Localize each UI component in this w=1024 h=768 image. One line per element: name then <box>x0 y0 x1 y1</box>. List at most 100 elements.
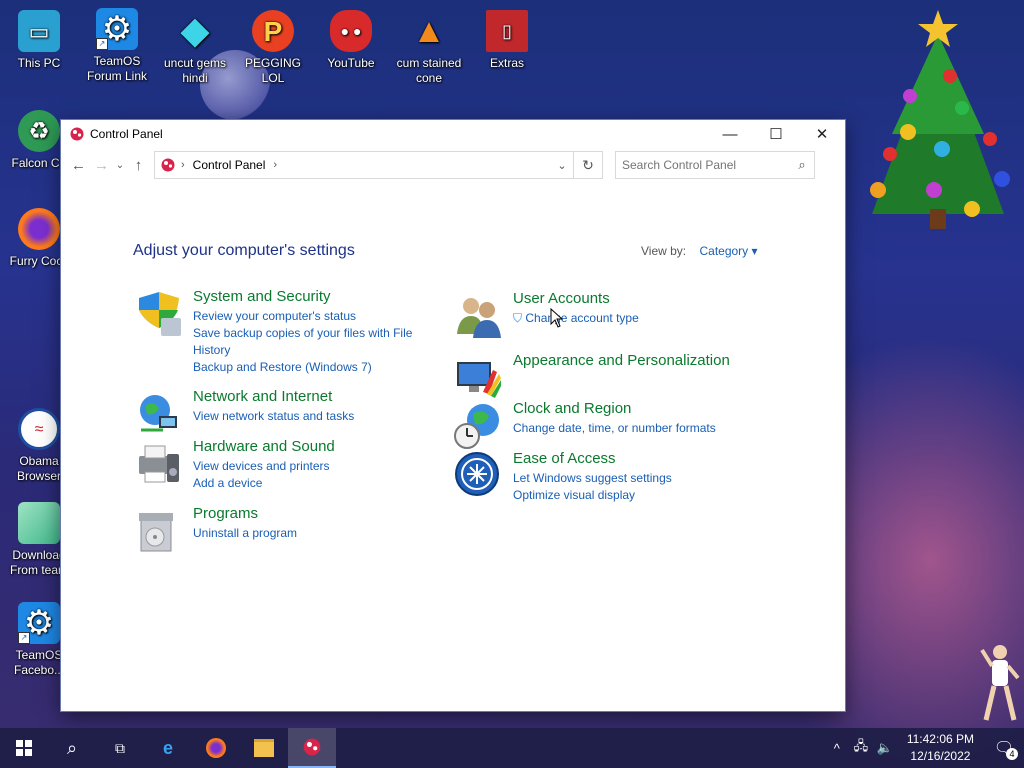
task-view-button[interactable]: ⧉ <box>96 728 144 768</box>
clock-and-region-link[interactable]: Clock and Region <box>513 400 716 417</box>
shield-icon <box>139 292 181 336</box>
desktop-icon-extras[interactable]: ▯ Extras <box>468 10 546 71</box>
breadcrumb-chevron-icon[interactable]: › <box>273 159 277 171</box>
desktop-icon-label: YouTube <box>327 56 375 70</box>
dancing-figure-decoration <box>980 645 1020 721</box>
address-dropdown-icon[interactable]: ⌄ <box>551 159 573 172</box>
ease-of-access-link[interactable]: Ease of Access <box>513 450 672 467</box>
hardware-and-sound-link[interactable]: Hardware and Sound <box>193 438 335 455</box>
desktop-icon-teamos-forum-link[interactable]: ⚙ ↗ TeamOS Forum Link <box>78 8 156 84</box>
diamond-icon: ◆ <box>180 9 210 52</box>
minimize-button[interactable]: — <box>707 120 753 148</box>
category-system-and-security: System and Security Review your computer… <box>133 288 423 376</box>
devices-printers-link[interactable]: View devices and printers <box>193 458 335 475</box>
view-by-label: View by: <box>641 244 687 258</box>
up-button[interactable]: ↑ <box>127 152 150 178</box>
category-user-accounts: User Accounts ⛉ Change account type <box>453 290 639 342</box>
programs-box-icon <box>139 513 173 552</box>
view-by: View by: Category ▾ <box>641 244 758 258</box>
desktop-icon-uncut-gems[interactable]: ◆ uncut gems hindi <box>156 10 234 86</box>
network-and-internet-link[interactable]: Network and Internet <box>193 388 354 405</box>
desktop-icon-label: Extras <box>489 56 524 70</box>
user-accounts-link[interactable]: User Accounts <box>513 290 639 307</box>
letter-p-icon: P <box>252 10 294 52</box>
mouse-cursor <box>550 308 564 328</box>
firefox-icon <box>18 208 60 250</box>
search-button[interactable]: ⌕ <box>48 728 96 768</box>
box-icon: ▯ <box>486 10 528 52</box>
category-hardware-and-sound: Hardware and Sound View devices and prin… <box>133 438 335 492</box>
system-tray: ^ 🖧 🔈 11:42:06 PM 12/16/2022 🗨 4 <box>825 728 1024 768</box>
system-and-security-link[interactable]: System and Security <box>193 288 423 305</box>
clock[interactable]: 11:42:06 PM 12/16/2022 <box>897 731 984 765</box>
control-panel-icon <box>161 158 175 172</box>
clock-date: 12/16/2022 <box>910 749 971 763</box>
uac-shield-icon: ⛉ <box>513 311 523 325</box>
recycle-icon: ♻ <box>18 110 60 152</box>
network-status-link[interactable]: View network status and tasks <box>193 408 354 425</box>
taskbar: ⌕ ⧉ e ^ 🖧 🔈 11:42:06 PM 12/16/2022 🗨 4 <box>0 728 1024 768</box>
desktop-icon-label: cum stained cone <box>396 56 462 85</box>
start-button[interactable] <box>0 728 48 768</box>
search-icon[interactable]: ⌕ <box>790 157 814 173</box>
firefox-icon <box>206 738 226 758</box>
navigation-bar: ← → ⌄ ↑ › Control Panel › ⌄ ↻ ⌕ <box>61 148 845 182</box>
appearance-and-personalization-link[interactable]: Appearance and Personalization <box>513 352 730 369</box>
desktop-icon-label: TeamOS Forum Link <box>86 54 148 83</box>
suggest-settings-link[interactable]: Let Windows suggest settings <box>513 470 672 487</box>
search-input[interactable] <box>616 157 790 173</box>
notification-badge: 4 <box>1006 748 1018 760</box>
clock-globe-icon <box>454 404 499 449</box>
monitor-icon: ▭ <box>18 10 60 52</box>
address-bar[interactable]: › Control Panel › ⌄ <box>154 151 574 179</box>
review-status-link[interactable]: Review your computer's status <box>193 308 423 325</box>
forward-button[interactable]: → <box>90 152 113 178</box>
taskbar-file-explorer[interactable] <box>240 728 288 768</box>
window-title: Control Panel <box>90 127 163 141</box>
taskbar-control-panel[interactable] <box>288 728 336 768</box>
breadcrumb-chevron-icon: › <box>181 159 185 171</box>
close-button[interactable]: ✕ <box>799 120 845 148</box>
maximize-button[interactable]: ☐ <box>753 120 799 148</box>
christmas-tree-decoration <box>870 10 1010 229</box>
breadcrumb-control-panel[interactable]: Control Panel <box>193 158 266 172</box>
programs-link[interactable]: Programs <box>193 505 297 522</box>
taskbar-firefox[interactable] <box>192 728 240 768</box>
action-center-button[interactable]: 🗨 4 <box>984 728 1024 768</box>
category-clock-and-region: Clock and Region Change date, time, or n… <box>453 400 716 452</box>
desktop-icon-label: PEGGING LOL <box>244 56 301 85</box>
desktop-icon-this-pc[interactable]: ▭ This PC <box>0 10 78 71</box>
backup-restore-link[interactable]: Backup and Restore (Windows 7) <box>193 359 423 376</box>
control-panel-content: Adjust your computer's settings View by:… <box>61 182 845 711</box>
gear-icon: ⚙ ↗ <box>96 8 138 50</box>
network-icon[interactable]: 🖧 <box>849 737 873 759</box>
desktop-icon-youtube[interactable]: ● ● YouTube <box>312 10 390 71</box>
taskbar-edge[interactable]: e <box>144 728 192 768</box>
uninstall-program-link[interactable]: Uninstall a program <box>193 525 297 542</box>
recent-locations-dropdown[interactable]: ⌄ <box>113 152 127 178</box>
edge-icon: e <box>162 737 173 758</box>
search-box: ⌕ <box>615 151 815 179</box>
optimize-display-link[interactable]: Optimize visual display <box>513 487 672 504</box>
volume-icon[interactable]: 🔈 <box>873 740 897 756</box>
windows-logo-icon <box>16 740 32 756</box>
refresh-button[interactable]: ↻ <box>574 151 603 179</box>
users-icon <box>457 298 501 338</box>
desktop-icon-cone[interactable]: ▲ cum stained cone <box>390 10 468 86</box>
add-device-link[interactable]: Add a device <box>193 475 335 492</box>
appearance-monitor-icon <box>457 362 501 398</box>
show-hidden-icons-chevron-icon[interactable]: ^ <box>825 741 849 756</box>
date-time-formats-link[interactable]: Change date, time, or number formats <box>513 420 716 437</box>
back-button[interactable]: ← <box>67 152 90 178</box>
clock-time: 11:42:06 PM <box>906 732 974 746</box>
view-by-dropdown[interactable]: Category ▾ <box>699 244 757 258</box>
gear-icon: ⚙ ↗ <box>18 602 60 644</box>
window-titlebar[interactable]: Control Panel — ☐ ✕ <box>61 120 845 148</box>
ease-of-access-icon <box>455 452 499 496</box>
notepad-icon <box>18 502 60 544</box>
control-panel-icon <box>70 127 84 141</box>
desktop-icon-pegging-lol[interactable]: P PEGGING LOL <box>234 10 312 86</box>
file-history-link[interactable]: Save backup copies of your files with Fi… <box>193 325 423 359</box>
category-ease-of-access: Ease of Access Let Windows suggest setti… <box>453 450 672 504</box>
change-account-type-link[interactable]: ⛉ Change account type <box>513 310 639 327</box>
